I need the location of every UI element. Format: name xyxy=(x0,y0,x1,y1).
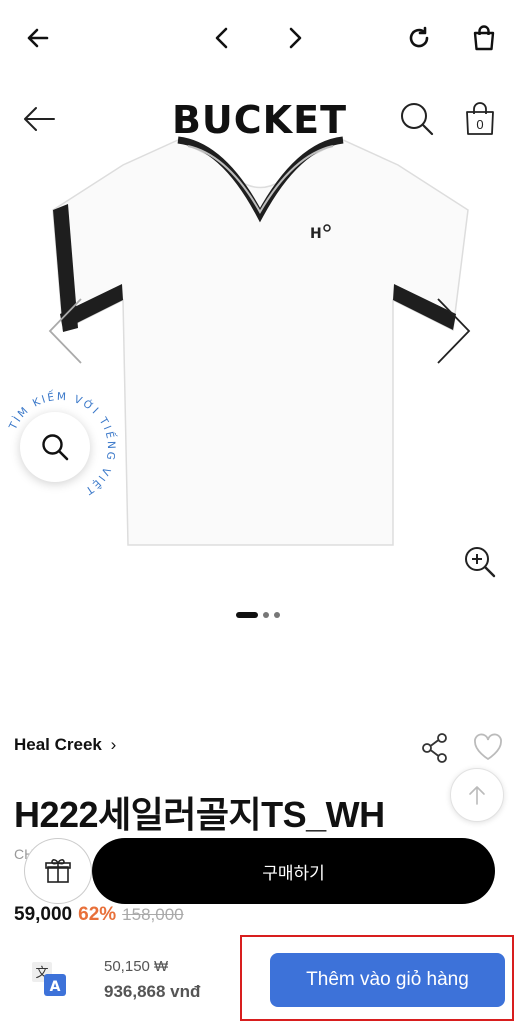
svg-text:H: H xyxy=(310,226,322,242)
original-price: 158,000 xyxy=(122,905,184,924)
arrow-up-icon xyxy=(469,786,485,805)
buy-now-button[interactable]: 구매하기 xyxy=(92,838,495,904)
browser-back-icon[interactable] xyxy=(18,18,58,58)
chevron-right-icon: › xyxy=(110,735,117,754)
translate-icon[interactable]: 文 A xyxy=(30,960,68,998)
carousel-prev-icon[interactable] xyxy=(46,296,86,366)
site-search-icon[interactable] xyxy=(398,100,438,140)
price-row: 59,000 62% 158,000 xyxy=(14,904,184,926)
search-icon xyxy=(42,434,69,461)
price-vnd: 936,868 vnđ xyxy=(104,982,201,1001)
product-title: H222세일러골지TS_WH xyxy=(14,794,385,835)
zoom-in-icon[interactable] xyxy=(462,544,498,580)
site-logo[interactable]: BUCKET xyxy=(0,98,519,142)
svg-text:A: A xyxy=(50,979,61,995)
site-cart-icon[interactable]: 0 xyxy=(463,100,499,140)
gift-button[interactable] xyxy=(24,838,92,904)
wishlist-heart-icon[interactable] xyxy=(472,732,504,762)
share-icon[interactable] xyxy=(420,732,450,764)
brand-link[interactable]: Heal Creek › xyxy=(14,735,116,755)
sale-price: 59,000 xyxy=(14,904,73,925)
carousel-dot[interactable] xyxy=(263,612,269,618)
carousel-indicator xyxy=(236,612,280,618)
vietnamese-search-button[interactable] xyxy=(20,412,90,482)
browser-next-page-icon[interactable] xyxy=(275,18,315,58)
browser-bag-icon[interactable] xyxy=(464,18,504,58)
price-krw: 50,150 ₩ xyxy=(104,958,169,975)
carousel-dot[interactable] xyxy=(274,612,280,618)
gift-icon xyxy=(45,859,71,883)
carousel-next-icon[interactable] xyxy=(434,296,474,366)
scroll-to-top-button[interactable] xyxy=(450,768,504,822)
discount-percent: 62% xyxy=(78,904,117,925)
carousel-dot[interactable] xyxy=(236,612,258,618)
add-to-cart-button[interactable]: Thêm vào giỏ hàng xyxy=(270,953,505,1007)
cart-count: 0 xyxy=(476,117,484,132)
brand-name: Heal Creek xyxy=(14,735,102,754)
browser-prev-page-icon[interactable] xyxy=(202,18,242,58)
browser-reload-icon[interactable] xyxy=(399,18,439,58)
